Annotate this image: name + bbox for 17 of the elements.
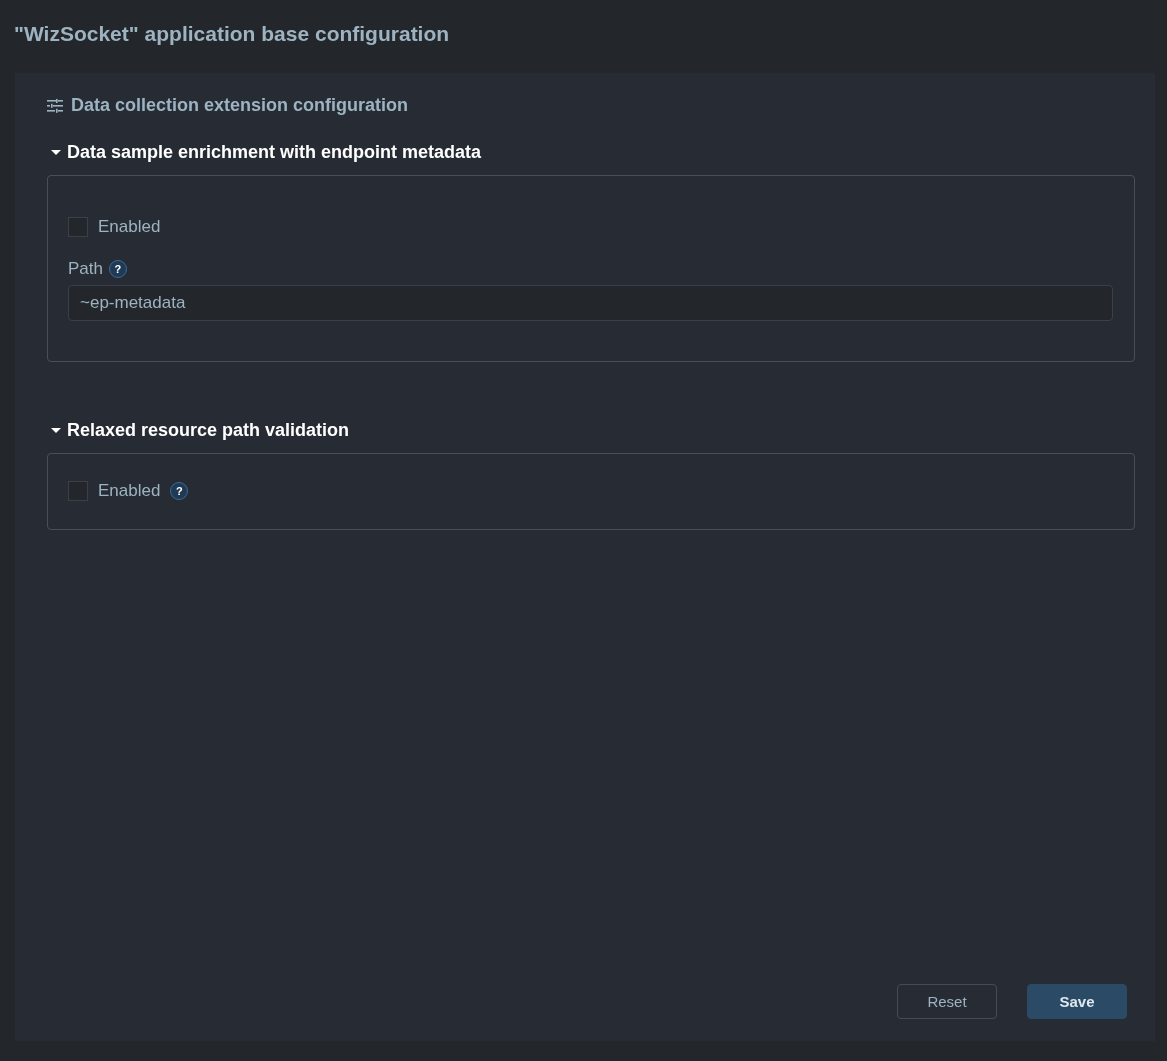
page-title: "WizSocket" application base configuration <box>14 21 450 46</box>
section-header[interactable]: Data sample enrichment with endpoint metadata <box>47 142 482 163</box>
field-label: Path <box>68 259 103 279</box>
help-icon[interactable]: ? <box>170 482 189 500</box>
caret-icon <box>51 149 61 156</box>
panel-heading: Data collection extension configuration <box>71 95 409 116</box>
section-header[interactable]: Relaxed resource path validation <box>47 420 350 441</box>
checkbox-label: Enabled <box>98 481 161 501</box>
checkbox-label: Enabled <box>98 217 161 237</box>
reset-button[interactable]: Reset <box>897 984 997 1019</box>
caret-icon <box>51 427 61 434</box>
checkbox[interactable] <box>68 217 88 237</box>
help-icon[interactable]: ? <box>109 260 127 278</box>
checkbox[interactable] <box>68 481 88 501</box>
path-field[interactable]: ~ep-metadata <box>68 285 1113 321</box>
save-button[interactable]: Save <box>1027 984 1127 1019</box>
sliders-icon <box>47 98 63 113</box>
